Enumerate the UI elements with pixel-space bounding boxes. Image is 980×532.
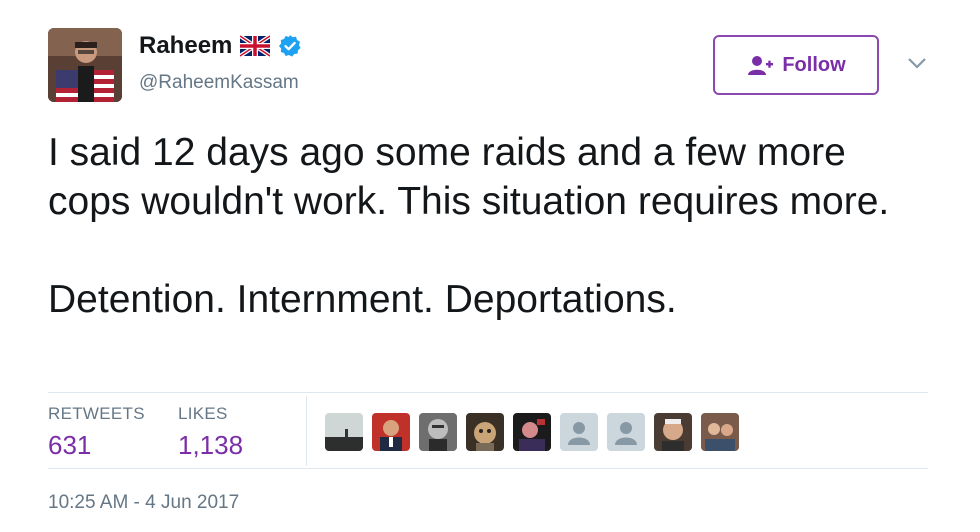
display-name[interactable]: Raheem	[139, 32, 232, 60]
follow-button[interactable]: Follow	[713, 35, 879, 95]
liker-avatar-default[interactable]	[560, 413, 598, 451]
stats-vertical-divider	[306, 396, 307, 466]
liker-avatar[interactable]	[325, 413, 363, 451]
tweet-card: Raheem @RaheemKassam Follow I said 12 da…	[0, 0, 980, 532]
verified-badge-icon	[278, 34, 302, 58]
retweets-count: 631	[48, 430, 92, 460]
stats-top-divider	[48, 392, 928, 393]
likes-label: LIKES	[178, 404, 228, 423]
user-avatar[interactable]	[48, 28, 122, 102]
user-name-row: Raheem	[139, 32, 302, 60]
liker-avatar-default[interactable]	[607, 413, 645, 451]
uk-flag-icon	[239, 34, 272, 58]
tweet-text: I said 12 days ago some raids and a few …	[48, 128, 928, 324]
liker-avatar[interactable]	[701, 413, 739, 451]
liker-avatar[interactable]	[372, 413, 410, 451]
retweets-stat[interactable]: RETWEETS 631	[48, 404, 145, 461]
liker-avatar[interactable]	[654, 413, 692, 451]
retweets-label: RETWEETS	[48, 404, 145, 423]
follow-button-label: Follow	[782, 53, 846, 76]
user-handle[interactable]: @RaheemKassam	[139, 72, 299, 94]
tweet-timestamp[interactable]: 10:25 AM - 4 Jun 2017	[48, 492, 239, 514]
stats-bottom-divider	[48, 468, 928, 469]
liker-avatar[interactable]	[419, 413, 457, 451]
tweet-paragraph-2: Detention. Internment. Deportations.	[48, 278, 677, 321]
likers-avatar-row	[325, 413, 739, 451]
likes-count: 1,138	[178, 430, 244, 460]
likes-stat[interactable]: LIKES 1,138	[178, 404, 243, 461]
liker-avatar[interactable]	[466, 413, 504, 451]
add-user-icon	[746, 55, 774, 75]
liker-avatar[interactable]	[513, 413, 551, 451]
tweet-paragraph-1: I said 12 days ago some raids and a few …	[48, 131, 890, 223]
more-options-chevron-down-icon[interactable]	[906, 56, 928, 70]
